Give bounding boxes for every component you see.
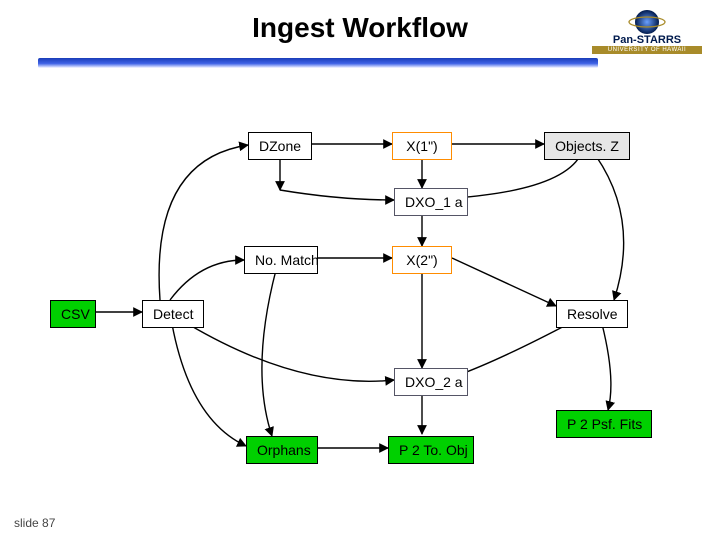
node-p2toobj: P 2 To. Obj: [388, 436, 474, 464]
node-csv: CSV: [50, 300, 96, 328]
diagram-stage: DZone X(1") Objects. Z DXO_1 a No. Match…: [0, 90, 720, 510]
node-nomatch: No. Match: [244, 246, 318, 274]
panstarrs-logo: Pan-STARRS UNIVERSITY OF HAWAII: [592, 8, 702, 54]
node-x1: X(1"): [392, 132, 452, 160]
node-orphans: Orphans: [246, 436, 318, 464]
node-p2psffits: P 2 Psf. Fits: [556, 410, 652, 438]
node-resolve: Resolve: [556, 300, 628, 328]
node-objectsz: Objects. Z: [544, 132, 630, 160]
slide-number: slide 87: [14, 516, 55, 530]
node-dxo2a: DXO_2 a: [394, 368, 468, 396]
header-rule: [38, 58, 598, 68]
node-x2: X(2"): [392, 246, 452, 274]
node-dzone: DZone: [248, 132, 312, 160]
node-detect: Detect: [142, 300, 204, 328]
node-dxo1a: DXO_1 a: [394, 188, 468, 216]
logo-text: Pan-STARRS: [592, 34, 702, 46]
logo-subtext: UNIVERSITY OF HAWAII: [592, 46, 702, 54]
